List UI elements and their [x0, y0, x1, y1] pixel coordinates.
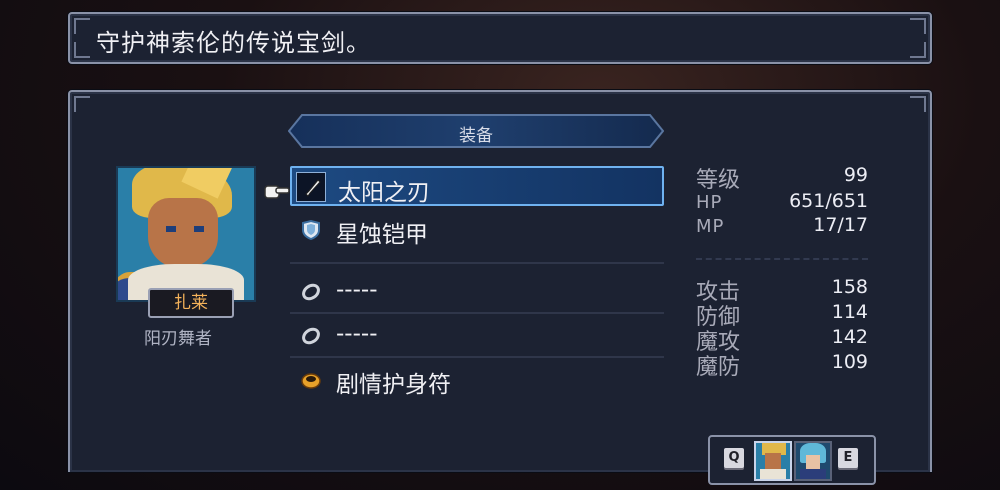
- equip-slot-key-item[interactable]: 剧情护身符: [290, 360, 664, 400]
- party-switcher: Q E: [708, 435, 876, 485]
- equip-slot-label: -----: [336, 277, 378, 303]
- equipment-menu-panel: 扎莱 阳刃舞者 装备 太阳之刃 星蚀铠甲 ----- ----- 剧情护身符 等…: [68, 90, 932, 472]
- prev-character-key[interactable]: Q: [724, 448, 744, 468]
- hp-value: 651/651: [789, 190, 868, 212]
- hand-pointer-icon: [264, 185, 290, 199]
- row-divider: [290, 356, 664, 358]
- equip-slot-accessory-1[interactable]: -----: [290, 272, 664, 312]
- equip-slot-label: 太阳之刃: [338, 180, 430, 206]
- equip-slot-accessory-2[interactable]: -----: [290, 316, 664, 356]
- mp-label: MP: [696, 216, 725, 237]
- magic-attack-value: 142: [831, 326, 868, 348]
- sword-icon: [305, 179, 321, 197]
- hp-label: HP: [696, 192, 723, 213]
- armor-icon: [302, 219, 320, 241]
- next-character-key[interactable]: E: [838, 448, 858, 468]
- ring-icon: [302, 283, 320, 301]
- equipment-header-label: 装备: [459, 126, 493, 146]
- character-class: 阳刃舞者: [144, 329, 212, 349]
- equip-slot-armor[interactable]: 星蚀铠甲: [290, 210, 664, 250]
- attack-value: 158: [831, 276, 868, 298]
- equip-slot-label: -----: [336, 321, 378, 347]
- party-member-portrait-active[interactable]: [754, 441, 792, 481]
- magic-defense-value: 109: [831, 351, 868, 373]
- level-value: 99: [843, 164, 868, 186]
- stats-divider: [696, 258, 868, 260]
- mp-value: 17/17: [813, 214, 868, 236]
- equip-slot-label: 星蚀铠甲: [336, 222, 428, 248]
- item-description: 守护神索伦的传说宝剑。: [96, 29, 371, 57]
- level-label: 等级: [696, 168, 741, 193]
- section-divider: [290, 262, 664, 264]
- character-portrait: [116, 166, 256, 302]
- party-member-portrait[interactable]: [794, 441, 832, 481]
- row-divider: [290, 312, 664, 314]
- character-name: 扎莱: [148, 288, 234, 318]
- amulet-icon: [301, 373, 321, 389]
- equipment-header: 装备: [288, 114, 664, 148]
- ring-icon: [302, 327, 320, 345]
- description-panel: 守护神索伦的传说宝剑。: [68, 12, 932, 64]
- equip-slot-label: 剧情护身符: [336, 372, 451, 398]
- magic-defense-label: 魔防: [696, 355, 741, 380]
- equip-slot-weapon[interactable]: 太阳之刃: [290, 166, 664, 206]
- defense-value: 114: [831, 301, 868, 323]
